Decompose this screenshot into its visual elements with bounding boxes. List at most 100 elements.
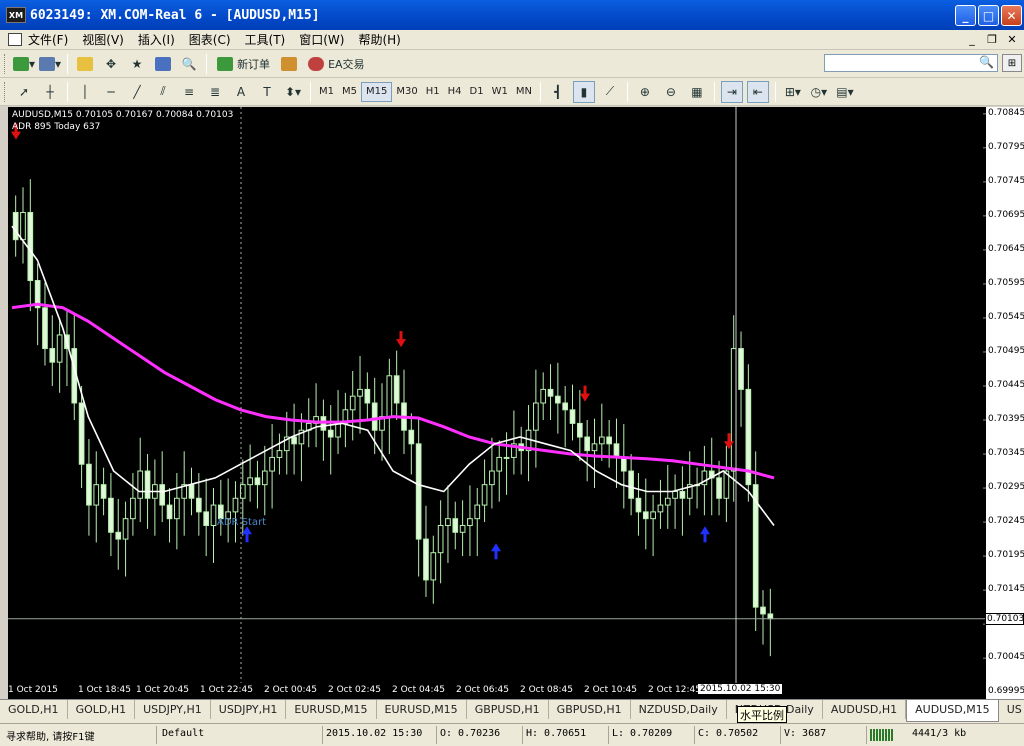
chart-area[interactable]: AUDUSD,M15 0.70105 0.70167 0.70084 0.701…: [8, 107, 1024, 699]
timeframe-w1[interactable]: W1: [488, 82, 512, 102]
timeframe-d1[interactable]: D1: [466, 82, 488, 102]
candle-bullish: [474, 504, 481, 520]
menu-file[interactable]: 文件(F): [28, 31, 68, 48]
candle-bearish: [408, 429, 415, 445]
tab-us[interactable]: US: [999, 700, 1024, 719]
equidistant-channel-icon[interactable]: ⫽: [152, 81, 174, 103]
tab-eurusd-m15[interactable]: EURUSD,M15: [286, 700, 377, 719]
cursor-icon[interactable]: ➚: [13, 81, 35, 103]
new-chart-icon[interactable]: ▾: [13, 53, 35, 75]
expert-advisors-button[interactable]: EA交易: [304, 53, 368, 75]
candle-bearish: [760, 606, 766, 615]
tile-windows-icon[interactable]: ▦: [686, 81, 708, 103]
candle-bearish: [423, 538, 429, 581]
toolbar-grip[interactable]: [4, 53, 7, 74]
indicators-icon[interactable]: ⊞▾: [782, 81, 804, 103]
price-axis[interactable]: 0.70845 0.70795 0.70745 0.70695 0.70645 0.705…: [986, 107, 1024, 699]
search-input[interactable]: [824, 54, 998, 72]
strategy-tester-icon[interactable]: 🔍: [178, 53, 200, 75]
candle-bearish: [679, 490, 686, 499]
line-chart-icon[interactable]: ⟋: [599, 81, 621, 103]
gann-icon[interactable]: ≡: [178, 81, 200, 103]
candlestick-icon[interactable]: ▮: [572, 80, 595, 103]
market-watch-icon[interactable]: [74, 53, 96, 75]
navigator-icon[interactable]: ★: [126, 53, 148, 75]
candle-bullish: [20, 211, 26, 241]
templates-icon[interactable]: ▤▾: [834, 81, 856, 103]
status-profile: Default: [162, 728, 205, 739]
candle-bearish: [12, 211, 19, 241]
minimize-button[interactable]: _: [955, 5, 976, 26]
candle-bullish: [210, 504, 217, 526]
mdi-close-button[interactable]: ✕: [1004, 32, 1020, 47]
close-button[interactable]: ✕: [1001, 5, 1022, 26]
mdi-restore-button[interactable]: ❐: [984, 32, 1000, 47]
vertical-line-icon[interactable]: │: [74, 81, 96, 103]
tab-audusd-m15[interactable]: AUDUSD,M15: [906, 700, 999, 722]
time-axis[interactable]: 2015.10.02 15:30 1 Oct 2015 1 Oct 18:45 1 …: [8, 683, 986, 699]
timeframe-m5[interactable]: M5: [338, 82, 361, 102]
timeframe-mn[interactable]: MN: [512, 82, 536, 102]
candle-bullish: [130, 497, 136, 520]
tab-eurusd-m15[interactable]: EURUSD,M15: [377, 700, 467, 719]
help-button[interactable]: ⊞: [1002, 54, 1022, 72]
price-tick-label: 0.70245: [988, 516, 1024, 527]
crosshair-icon[interactable]: ┼: [39, 81, 61, 103]
candle-bearish: [188, 484, 195, 499]
maximize-button[interactable]: □: [978, 5, 999, 26]
timeframe-m1[interactable]: M1: [315, 82, 338, 102]
search-icon[interactable]: 🔍: [979, 55, 994, 69]
arrows-icon[interactable]: ⬍▾: [282, 81, 304, 103]
status-help: 寻求帮助, 请按F1键: [6, 732, 95, 743]
candle-bearish: [49, 348, 56, 363]
fibonacci-icon[interactable]: ≣: [204, 81, 226, 103]
tab-usdjpy-h1[interactable]: USDJPY,H1: [135, 700, 211, 719]
adr-info: ADR 895 Today 637: [12, 122, 101, 132]
metaeditor-icon[interactable]: [278, 53, 300, 75]
menu-window[interactable]: 窗口(W): [299, 31, 344, 48]
candle-bearish: [203, 511, 210, 526]
new-order-button[interactable]: 新订单: [213, 53, 274, 75]
horizontal-line-icon[interactable]: ─: [100, 81, 122, 103]
tab-audusd-h1[interactable]: AUDUSD,H1: [823, 700, 907, 719]
zoom-out-icon[interactable]: ⊖: [660, 81, 682, 103]
menu-tools[interactable]: 工具(T): [245, 31, 286, 48]
mdi-minimize-button[interactable]: _: [964, 32, 980, 47]
bar-chart-icon[interactable]: ┫: [547, 81, 569, 103]
tab-usdjpy-h1[interactable]: USDJPY,H1: [211, 700, 287, 719]
menu-view[interactable]: 视图(V): [82, 31, 124, 48]
zoom-in-icon[interactable]: ⊕: [634, 81, 656, 103]
tab-gold-h1[interactable]: GOLD,H1: [68, 700, 136, 719]
crosshair-move-icon[interactable]: ✥: [100, 53, 122, 75]
tab-nzdusd-daily[interactable]: NZDUSD,Daily: [631, 700, 727, 719]
auto-scroll-icon[interactable]: ⇥: [720, 80, 743, 103]
timeframe-h1[interactable]: H1: [422, 82, 444, 102]
periods-icon[interactable]: ◷▾: [808, 81, 830, 103]
timeframe-h4[interactable]: H4: [444, 82, 466, 102]
text-label-icon[interactable]: T: [256, 81, 278, 103]
document-icon[interactable]: [8, 33, 22, 46]
chart-shift-icon[interactable]: ⇤: [746, 80, 769, 103]
profiles-icon[interactable]: ▾: [39, 53, 61, 75]
title-bar[interactable]: XM 6023149: XM.COM-Real 6 - [AUDUSD,M15]…: [0, 0, 1024, 30]
toolbar-separator: [713, 81, 715, 102]
tab-gbpusd-h1[interactable]: GBPUSD,H1: [549, 700, 631, 719]
candle-bearish: [738, 348, 744, 390]
trendline-icon[interactable]: ╱: [126, 81, 148, 103]
text-tool-icon[interactable]: A: [230, 81, 252, 103]
timeframe-m30[interactable]: M30: [392, 82, 421, 102]
candle-bearish: [716, 477, 722, 499]
terminal-icon[interactable]: [152, 53, 174, 75]
menu-charts[interactable]: 图表(C): [189, 31, 231, 48]
menu-help[interactable]: 帮助(H): [358, 31, 400, 48]
candle-bullish: [239, 484, 246, 499]
candle-bullish: [657, 504, 664, 513]
menu-insert[interactable]: 插入(I): [138, 31, 175, 48]
tab-gbpusd-h1[interactable]: GBPUSD,H1: [467, 700, 549, 719]
timeframe-m15[interactable]: M15: [361, 81, 393, 102]
tab-gold-h1[interactable]: GOLD,H1: [0, 700, 68, 719]
price-chart[interactable]: [8, 107, 986, 699]
moving-average-fast: [11, 225, 775, 526]
status-low: L: 0.70209: [612, 728, 673, 739]
toolbar-grip[interactable]: [4, 81, 7, 102]
